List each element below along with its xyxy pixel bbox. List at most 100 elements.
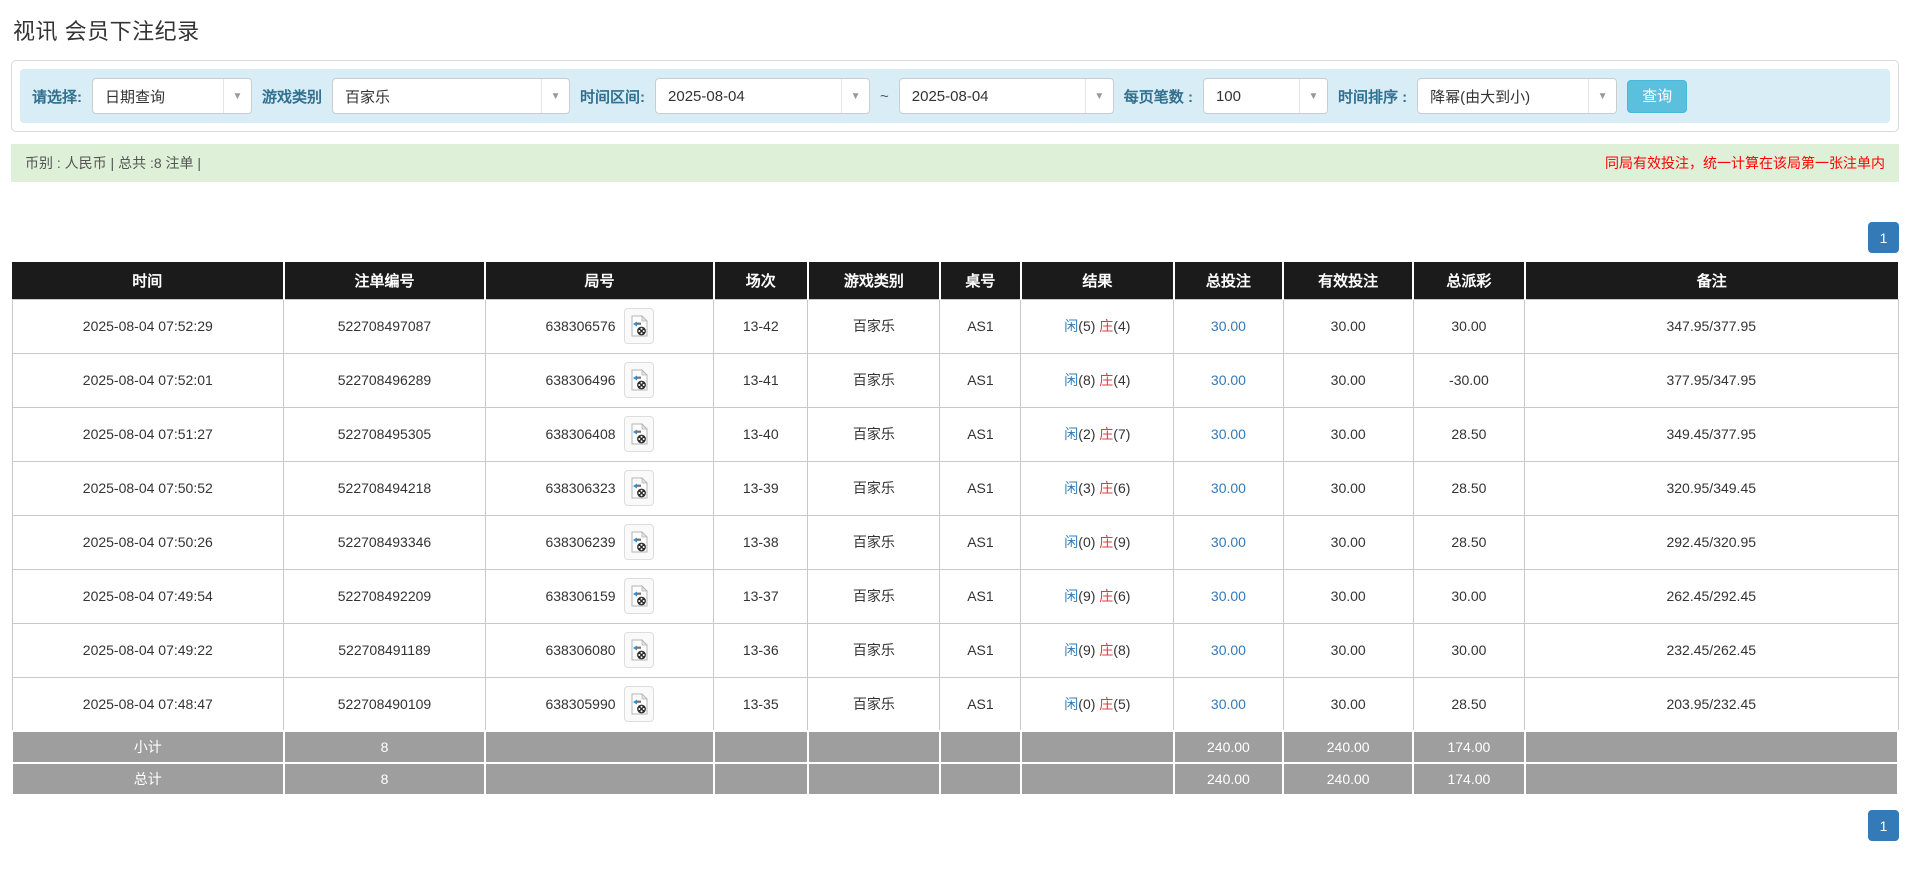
- total-bet-cell: 30.00: [1174, 353, 1283, 407]
- page-title: 视讯 会员下注纪录: [13, 14, 1899, 46]
- total-label: 总计: [12, 763, 284, 795]
- round-id-cell: 638306576: [485, 299, 713, 353]
- total-bet-link[interactable]: 30.00: [1211, 642, 1246, 658]
- remark-cell: 292.45/320.95: [1525, 515, 1898, 569]
- bet-id-cell: 522708495305: [284, 407, 486, 461]
- result-cell: 闲(5) 庄(4): [1021, 299, 1174, 353]
- summary-warning: 同局有效投注，统一计算在该局第一张注单内: [1605, 153, 1885, 173]
- remark-cell: 349.45/377.95: [1525, 407, 1898, 461]
- table-row: 2025-08-04 07:49:54 522708492209 6383061…: [12, 569, 1898, 623]
- result-cell: 闲(9) 庄(6): [1021, 569, 1174, 623]
- table-row: 2025-08-04 07:49:22 522708491189 6383060…: [12, 623, 1898, 677]
- subtotal-valid-bet: 240.00: [1283, 731, 1413, 763]
- table-footer: 小计 8 240.00 240.00 174.00 总计 8 240.00 24…: [12, 731, 1898, 795]
- session-cell: 13-36: [714, 623, 808, 677]
- session-cell: 13-39: [714, 461, 808, 515]
- summary-bar: 币别 : 人民币 | 总共 :8 注单 | 同局有效投注，统一计算在该局第一张注…: [11, 144, 1899, 182]
- total-bet-link[interactable]: 30.00: [1211, 372, 1246, 388]
- total-bet-cell: 30.00: [1174, 515, 1283, 569]
- time-cell: 2025-08-04 07:51:27: [12, 407, 284, 461]
- game-type-cell: 百家乐: [808, 677, 940, 731]
- session-cell: 13-35: [714, 677, 808, 731]
- video-replay-icon: [630, 315, 648, 337]
- bet-id-cell: 522708497087: [284, 299, 486, 353]
- result-cell: 闲(3) 庄(6): [1021, 461, 1174, 515]
- time-cell: 2025-08-04 07:52:29: [12, 299, 284, 353]
- round-id-text: 638306408: [545, 426, 615, 442]
- table-row: 2025-08-04 07:51:27 522708495305 6383064…: [12, 407, 1898, 461]
- total-bet-link[interactable]: 30.00: [1211, 480, 1246, 496]
- total-bet-link[interactable]: 30.00: [1211, 426, 1246, 442]
- video-replay-button[interactable]: [624, 470, 654, 506]
- total-bet-cell: 30.00: [1174, 623, 1283, 677]
- game-type-select[interactable]: 百家乐 ▼: [332, 78, 570, 114]
- payout-cell: 28.50: [1413, 461, 1524, 515]
- video-replay-button[interactable]: [624, 362, 654, 398]
- payout-cell: 28.50: [1413, 677, 1524, 731]
- bet-id-cell: 522708490109: [284, 677, 486, 731]
- chevron-down-icon[interactable]: ▼: [1299, 79, 1327, 113]
- page-1-button[interactable]: 1: [1868, 222, 1899, 253]
- result-cell: 闲(9) 庄(8): [1021, 623, 1174, 677]
- page-1-button[interactable]: 1: [1868, 810, 1899, 841]
- date-to-select[interactable]: 2025-08-04 ▼: [899, 78, 1114, 114]
- search-button[interactable]: 查询: [1627, 80, 1687, 113]
- col-game-type: 游戏类别: [808, 262, 940, 299]
- page-size-label: 每页笔数 :: [1124, 86, 1193, 107]
- video-replay-button[interactable]: [624, 416, 654, 452]
- video-replay-button[interactable]: [624, 686, 654, 722]
- valid-bet-cell: 30.00: [1283, 677, 1413, 731]
- payout-cell: 28.50: [1413, 407, 1524, 461]
- table-row: 2025-08-04 07:50:52 522708494218 6383063…: [12, 461, 1898, 515]
- valid-bet-cell: 30.00: [1283, 461, 1413, 515]
- game-type-cell: 百家乐: [808, 461, 940, 515]
- total-bet-link[interactable]: 30.00: [1211, 534, 1246, 550]
- video-replay-button[interactable]: [624, 632, 654, 668]
- video-replay-button[interactable]: [624, 308, 654, 344]
- total-valid-bet: 240.00: [1283, 763, 1413, 795]
- total-bet-link[interactable]: 30.00: [1211, 696, 1246, 712]
- bet-id-cell: 522708492209: [284, 569, 486, 623]
- result-cell: 闲(8) 庄(4): [1021, 353, 1174, 407]
- sort-order-select[interactable]: 降幂(由大到小) ▼: [1417, 78, 1617, 114]
- table-header: 时间 注单编号 局号 场次 游戏类别 桌号 结果 总投注 有效投注 总派彩 备注: [12, 262, 1898, 299]
- total-count: 8: [284, 763, 486, 795]
- total-bet-link[interactable]: 30.00: [1211, 318, 1246, 334]
- chevron-down-icon[interactable]: ▼: [541, 79, 569, 113]
- valid-bet-cell: 30.00: [1283, 353, 1413, 407]
- round-id-text: 638306159: [545, 588, 615, 604]
- video-replay-button[interactable]: [624, 578, 654, 614]
- date-from-select[interactable]: 2025-08-04 ▼: [655, 78, 870, 114]
- round-id-cell: 638305990: [485, 677, 713, 731]
- round-id-cell: 638306323: [485, 461, 713, 515]
- chevron-down-icon[interactable]: ▼: [1588, 79, 1616, 113]
- video-replay-icon: [630, 531, 648, 553]
- col-table-no: 桌号: [940, 262, 1021, 299]
- remark-cell: 203.95/232.45: [1525, 677, 1898, 731]
- total-bet-cell: 30.00: [1174, 299, 1283, 353]
- col-time: 时间: [12, 262, 284, 299]
- col-remark: 备注: [1525, 262, 1898, 299]
- col-round-id: 局号: [485, 262, 713, 299]
- page-size-select[interactable]: 100 ▼: [1203, 78, 1328, 114]
- col-result: 结果: [1021, 262, 1174, 299]
- subtotal-label: 小计: [12, 731, 284, 763]
- total-bet-cell: 30.00: [1174, 677, 1283, 731]
- table-row: 2025-08-04 07:48:47 522708490109 6383059…: [12, 677, 1898, 731]
- query-type-select[interactable]: 日期查询 ▼: [92, 78, 252, 114]
- remark-cell: 347.95/377.95: [1525, 299, 1898, 353]
- table-no-cell: AS1: [940, 461, 1021, 515]
- chevron-down-icon[interactable]: ▼: [841, 79, 869, 113]
- chevron-down-icon[interactable]: ▼: [1085, 79, 1113, 113]
- table-no-cell: AS1: [940, 353, 1021, 407]
- total-bet-link[interactable]: 30.00: [1211, 588, 1246, 604]
- round-id-cell: 638306408: [485, 407, 713, 461]
- round-id-text: 638306323: [545, 480, 615, 496]
- total-row: 总计 8 240.00 240.00 174.00: [12, 763, 1898, 795]
- video-replay-button[interactable]: [624, 524, 654, 560]
- chevron-down-icon[interactable]: ▼: [223, 79, 251, 113]
- round-id-text: 638305990: [545, 696, 615, 712]
- game-type-cell: 百家乐: [808, 353, 940, 407]
- game-type-cell: 百家乐: [808, 299, 940, 353]
- game-type-value: 百家乐: [333, 79, 541, 113]
